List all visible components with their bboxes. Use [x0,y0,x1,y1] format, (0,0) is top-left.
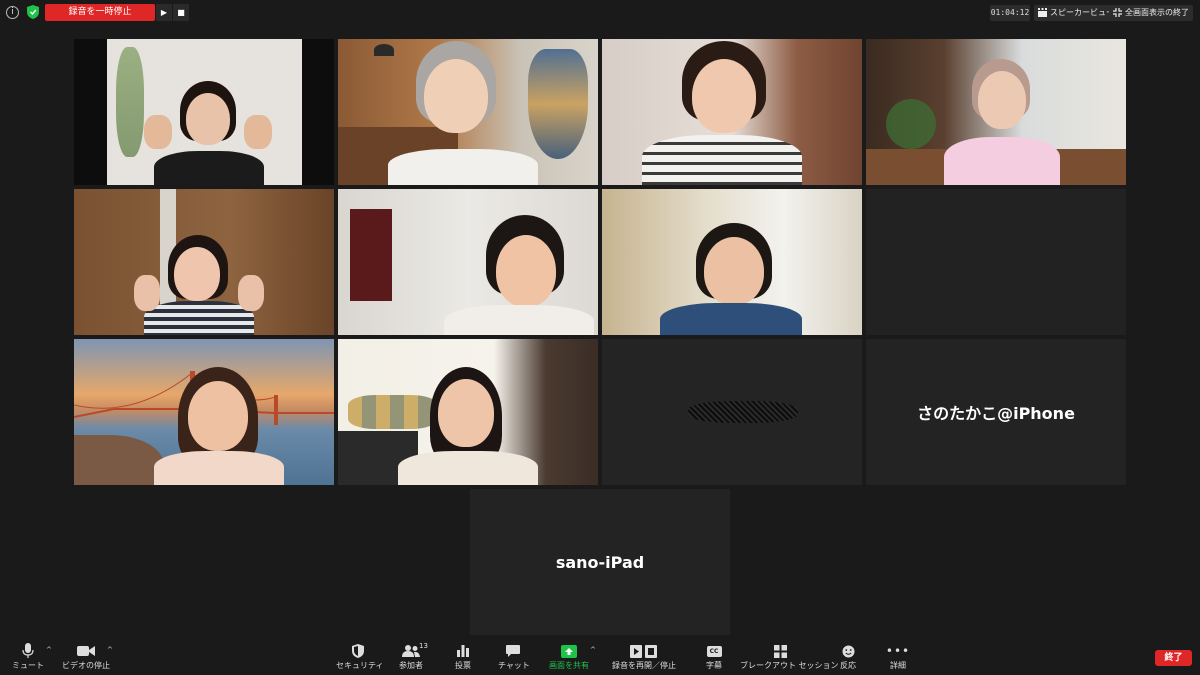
participants-label: 参加者 [399,661,423,670]
video-tile-empty [866,189,1126,335]
exit-fullscreen-icon [1113,8,1122,17]
participant-video [438,215,594,335]
participant-video [642,41,802,185]
video-tile-participant-3[interactable] [602,39,862,185]
security-label: セキュリティ [336,661,384,670]
share-options-chevron-icon[interactable]: ^ [590,646,596,654]
redacted-name [688,401,798,423]
participants-button[interactable]: 13 参加者 [394,642,428,675]
video-tile-participant-9[interactable] [338,339,598,485]
participants-count: 13 [419,642,428,650]
stop-recording-icon[interactable]: ■ [173,4,189,21]
participant-video [144,79,284,185]
participant-name-iphone: さのたかこ@iPhone [917,404,1075,423]
reactions-button[interactable]: 反応 [836,642,860,675]
record-pause-stop-icon [630,644,657,658]
record-label: 録音を再開／停止 [612,661,676,670]
exit-fullscreen-label: 全画面表示の終了 [1125,8,1189,17]
participant-video [388,41,538,185]
resume-icon[interactable]: ▶ [156,4,172,21]
video-tile-participant-4[interactable] [866,39,1126,185]
reactions-label: 反応 [840,661,856,670]
participant-video [398,365,548,485]
video-camera-icon [77,646,95,656]
video-options-chevron-icon[interactable]: ^ [107,646,113,654]
chat-bubble-icon [506,645,520,657]
breakout-rooms-button[interactable]: ブレークアウト セッション [740,642,839,675]
participants-icon [402,645,420,657]
participant-video [124,231,274,335]
end-meeting-button[interactable]: 終了 [1155,650,1192,666]
stop-video-button[interactable]: ビデオの停止 [60,642,112,675]
security-shield-icon [352,644,364,658]
mute-button[interactable]: ミュート [10,642,46,675]
video-label: ビデオの停止 [62,661,110,670]
microphone-icon [22,643,34,658]
encryption-shield-icon[interactable] [27,5,39,19]
exit-fullscreen-button[interactable]: 全画面表示の終了 [1109,5,1193,21]
participant-video [154,365,284,485]
more-label: 詳細 [890,661,906,670]
reaction-smiley-icon [842,645,854,657]
speaker-view-button[interactable]: スピーカービュー [1034,5,1118,21]
more-dots-icon: ••• [885,644,911,658]
video-tile-participant-6[interactable] [338,189,598,335]
polls-button[interactable]: 投票 [450,642,476,675]
breakout-grid-icon [773,644,787,658]
share-screen-arrow-icon [561,644,577,658]
video-tile-participant-7[interactable] [602,189,862,335]
video-tile-iphone[interactable]: さのたかこ@iPhone [866,339,1126,485]
share-label: 画面を共有 [549,661,589,670]
meeting-info-icon[interactable]: i [6,6,19,19]
polls-label: 投票 [455,661,471,670]
meeting-toolbar: ミュート ^ ビデオの停止 ^ セキュリティ 13 参加者 投票 チャット 画面… [0,640,1200,675]
recording-status-button[interactable]: 録音を一時停止 [45,4,155,21]
top-bar: i 録音を一時停止 ▶ ■ 01:04:12 スピーカービュー 全画面表示の終了 [0,0,1200,26]
participant-video [656,223,806,335]
share-screen-button[interactable]: 画面を共有 [548,642,590,675]
speaker-view-icon [1038,8,1047,17]
audio-options-chevron-icon[interactable]: ^ [46,646,52,654]
more-button[interactable]: ••• 詳細 [886,642,910,675]
cc-label: 字幕 [706,661,722,670]
video-tile-redacted[interactable] [602,339,862,485]
breakout-label: ブレークアウト セッション [740,661,839,670]
closed-caption-button[interactable]: CC 字幕 [702,642,726,675]
security-button[interactable]: セキュリティ [336,642,384,675]
closed-caption-icon: CC [706,645,722,657]
video-tile-participant-1[interactable] [74,39,334,185]
participant-name-ipad: sano-iPad [555,552,645,572]
chat-label: チャット [498,661,530,670]
elapsed-time: 01:04:12 [990,5,1030,21]
polls-bar-chart-icon [457,645,469,657]
video-tile-ipad[interactable]: sano-iPad [470,489,730,635]
speaker-view-label: スピーカービュー [1050,8,1114,17]
chat-button[interactable]: チャット [498,642,530,675]
participant-video [936,57,1066,185]
mute-label: ミュート [12,661,44,670]
video-tile-participant-8[interactable] [74,339,334,485]
video-tile-active-speaker[interactable] [338,39,598,185]
record-button[interactable]: 録音を再開／停止 [610,642,678,675]
video-tile-participant-5[interactable] [74,189,334,335]
